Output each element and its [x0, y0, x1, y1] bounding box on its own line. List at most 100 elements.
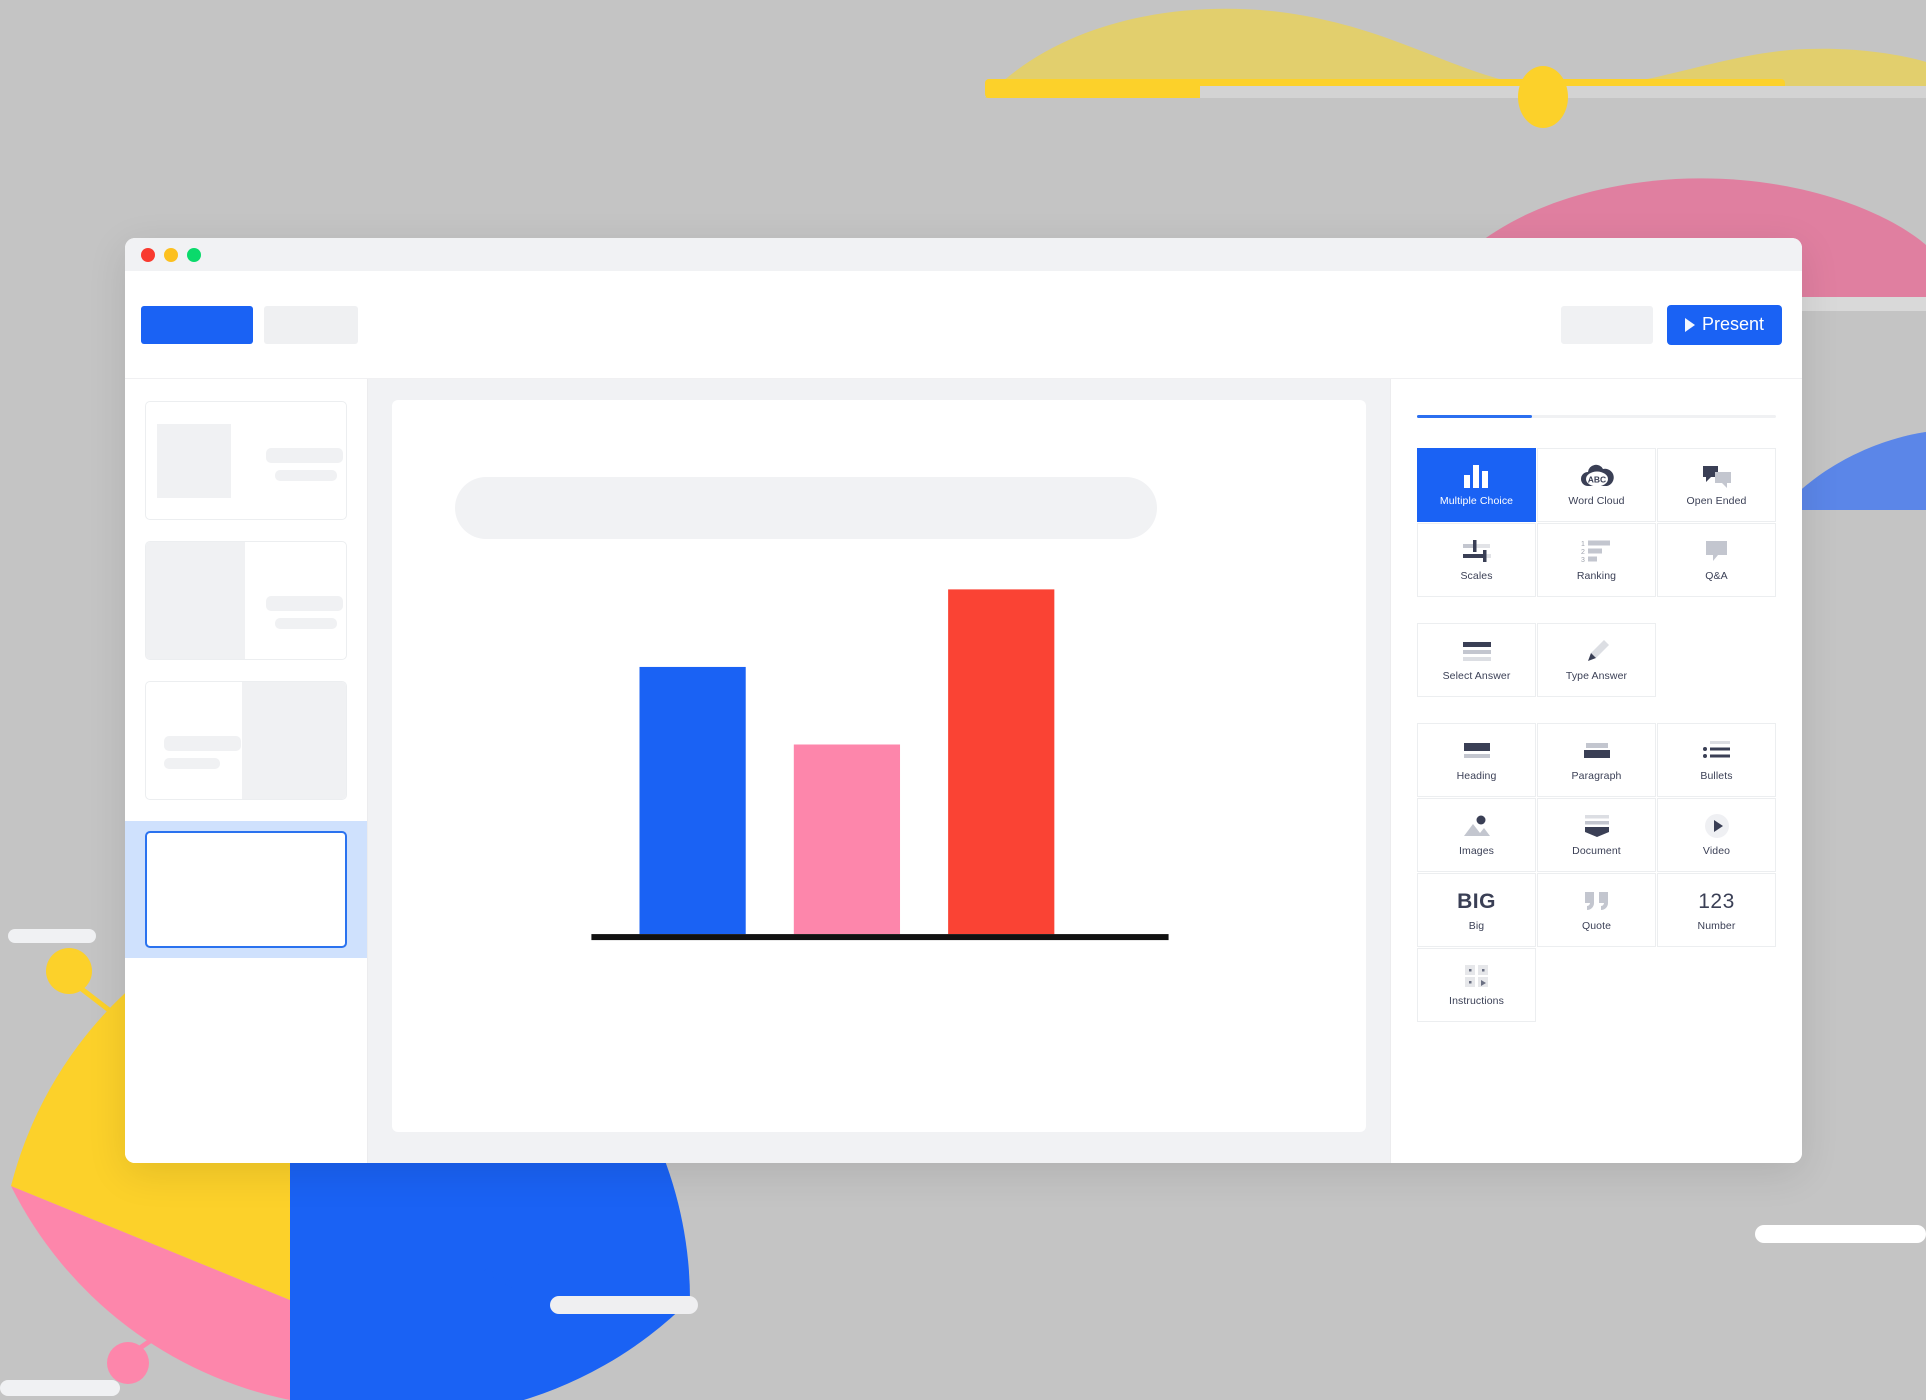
question-type-word-cloud[interactable]: ABC Word Cloud	[1537, 448, 1656, 522]
close-button[interactable]	[141, 247, 155, 262]
question-type-grid: Multiple Choice ABC Word Cloud Open Ende…	[1417, 448, 1776, 597]
content-type-paragraph[interactable]: Paragraph	[1537, 723, 1656, 797]
card-label: Document	[1572, 845, 1621, 858]
document-icon	[1582, 813, 1612, 839]
slide-thumbnail-3[interactable]	[145, 681, 347, 800]
element-panel: Multiple Choice ABC Word Cloud Open Ende…	[1390, 379, 1802, 1163]
sliders-icon	[1461, 538, 1493, 564]
panel-divider-1	[1417, 597, 1776, 623]
chart-bar-3	[948, 589, 1055, 935]
content-type-big[interactable]: BIG Big	[1417, 873, 1536, 947]
content-type-document[interactable]: Document	[1537, 798, 1656, 872]
app-body: Multiple Choice ABC Word Cloud Open Ende…	[125, 378, 1802, 1163]
thumb-text-line-2	[275, 618, 337, 629]
app-window: Present Multiple Choice ABC Word Cloud O…	[125, 238, 1802, 1163]
content-grid-spacer-a	[1537, 948, 1656, 1022]
content-type-images[interactable]: Images	[1417, 798, 1536, 872]
answer-type-select-answer[interactable]: Select Answer	[1417, 623, 1536, 697]
slide-editor[interactable]	[392, 400, 1366, 1132]
content-type-heading[interactable]: Heading	[1417, 723, 1536, 797]
maximize-button[interactable]	[187, 247, 201, 262]
slide-canvas-area	[368, 379, 1390, 1163]
card-label: Open Ended	[1686, 495, 1747, 508]
paragraph-icon	[1582, 738, 1612, 764]
bullet-list-icon	[1702, 738, 1732, 764]
tab-active-placeholder[interactable]	[141, 305, 253, 344]
card-label: Ranking	[1576, 570, 1617, 583]
number-glyph: 123	[1698, 889, 1735, 913]
speech-bubbles-icon	[1701, 463, 1733, 489]
thumb-text-line-1	[164, 736, 241, 751]
slide-thumbnail-2[interactable]	[145, 541, 347, 660]
deco-bar-1	[8, 929, 96, 943]
thumb-image-block	[157, 424, 231, 498]
deco-bar-4	[1755, 1225, 1926, 1243]
question-type-ranking[interactable]: 1 2 3 Ranking	[1537, 523, 1656, 597]
question-type-scales[interactable]: Scales	[1417, 523, 1536, 597]
stacked-lines-icon	[1461, 638, 1493, 664]
deco-bar-3	[550, 1296, 698, 1314]
card-label: Instructions	[1449, 995, 1504, 1008]
abc-cloud-icon: ABC	[1580, 463, 1614, 489]
content-type-bullets[interactable]: Bullets	[1657, 723, 1776, 797]
card-label: Number	[1697, 920, 1736, 933]
content-type-quote[interactable]: Quote	[1537, 873, 1656, 947]
panel-divider-2	[1417, 697, 1776, 723]
chart-bar-1	[639, 666, 746, 935]
slide-thumbnail-4[interactable]	[145, 831, 347, 948]
window-titlebar	[125, 238, 1802, 271]
image-icon	[1462, 813, 1492, 839]
card-label: Images	[1458, 845, 1495, 858]
number-icon: 123	[1698, 888, 1735, 914]
thumb-halfblock-right	[242, 682, 346, 799]
answer-type-type-answer[interactable]: Type Answer	[1537, 623, 1656, 697]
heading-icon	[1462, 738, 1492, 764]
toolbar-left-group	[141, 305, 358, 344]
content-type-instructions[interactable]: Instructions	[1417, 948, 1536, 1022]
present-button[interactable]: Present	[1666, 304, 1782, 345]
big-text-icon: BIG	[1457, 888, 1496, 914]
card-label: Big	[1468, 920, 1485, 933]
svg-text:2: 2	[1581, 549, 1585, 556]
app-toolbar: Present	[125, 271, 1802, 378]
card-label: Quote	[1581, 920, 1612, 933]
tab-inactive-placeholder[interactable]	[264, 305, 358, 344]
slide-thumbnail-wrap-3[interactable]	[125, 681, 367, 800]
card-label: Type Answer	[1565, 670, 1628, 683]
card-label: Video	[1702, 845, 1731, 858]
slide-thumbnail-wrap-4[interactable]	[125, 821, 367, 958]
toolbar-action-placeholder[interactable]	[1560, 305, 1653, 344]
big-glyph: BIG	[1457, 889, 1496, 913]
content-type-video[interactable]: Video	[1657, 798, 1776, 872]
card-label: Bullets	[1700, 770, 1733, 783]
yellow-node-icon	[1518, 66, 1568, 128]
question-type-qa[interactable]: Q&A	[1657, 523, 1776, 597]
pie-dot-pink	[107, 1342, 149, 1384]
card-label: Q&A	[1705, 570, 1728, 583]
slide-thumbnail-wrap-1[interactable]	[125, 401, 367, 520]
slide-bar-chart[interactable]	[392, 400, 1366, 1099]
thumb-text-line-2	[275, 470, 337, 481]
present-button-label: Present	[1701, 314, 1764, 334]
ranking-bars-icon: 1 2 3	[1580, 538, 1614, 564]
content-grid-spacer-b	[1657, 948, 1776, 1022]
speech-bubble-icon	[1704, 538, 1730, 564]
content-type-number[interactable]: 123 Number	[1657, 873, 1776, 947]
question-type-multiple-choice[interactable]: Multiple Choice	[1417, 448, 1536, 522]
question-type-open-ended[interactable]: Open Ended	[1657, 448, 1776, 522]
slides-rail[interactable]	[125, 379, 368, 1163]
slide-thumbnail-1[interactable]	[145, 401, 347, 520]
chart-bar-2	[793, 744, 901, 935]
slide-thumbnail-wrap-2[interactable]	[125, 541, 367, 660]
thumb-halfblock-left	[146, 542, 245, 659]
pie-slice-blue-lower	[290, 1300, 690, 1400]
thumb-text-line-1	[266, 448, 343, 463]
minimize-button[interactable]	[164, 247, 178, 262]
chart-axis-line	[591, 934, 1169, 941]
bar-chart-icon	[1462, 463, 1492, 489]
play-circle-icon	[1704, 813, 1730, 839]
card-label: Word Cloud	[1568, 495, 1625, 508]
quote-icon	[1583, 888, 1611, 914]
card-label: Select Answer	[1442, 670, 1511, 683]
panel-tab-indicator[interactable]	[1417, 415, 1776, 418]
